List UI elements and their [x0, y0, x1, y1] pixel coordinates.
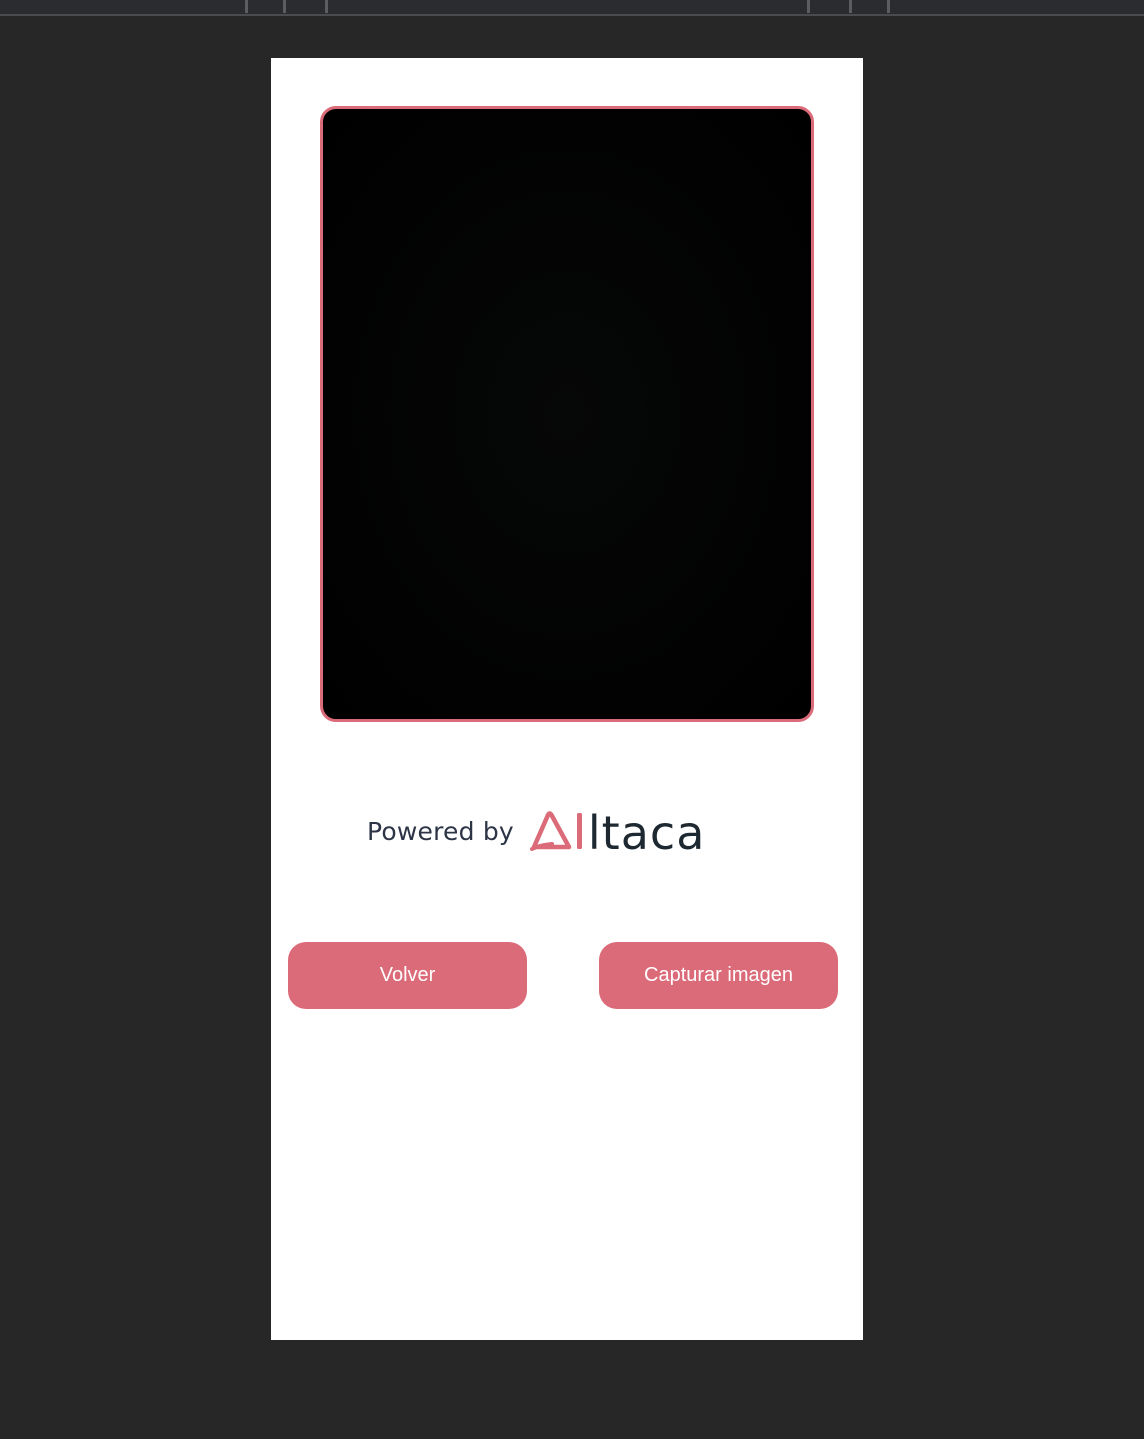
ruler-tick	[283, 0, 286, 13]
back-button[interactable]: Volver	[288, 942, 527, 1009]
ruler-tick	[849, 0, 852, 13]
capture-image-button[interactable]: Capturar imagen	[599, 942, 838, 1009]
ruler-tick	[245, 0, 248, 13]
altaca-logo-text: ltaca	[587, 806, 706, 860]
ruler-tick	[325, 0, 328, 13]
powered-by-label: Powered by	[367, 816, 514, 846]
ruler-tick	[807, 0, 810, 13]
altaca-logo-mark-icon	[529, 811, 582, 851]
powered-by-row: Powered by ltaca	[367, 806, 706, 860]
camera-viewport	[320, 106, 814, 722]
altaca-logo: ltaca	[529, 806, 706, 860]
top-ruler	[0, 0, 1144, 16]
ruler-tick	[887, 0, 890, 13]
device-frame: Powered by ltaca Volver Capturar imagen	[271, 58, 863, 1340]
